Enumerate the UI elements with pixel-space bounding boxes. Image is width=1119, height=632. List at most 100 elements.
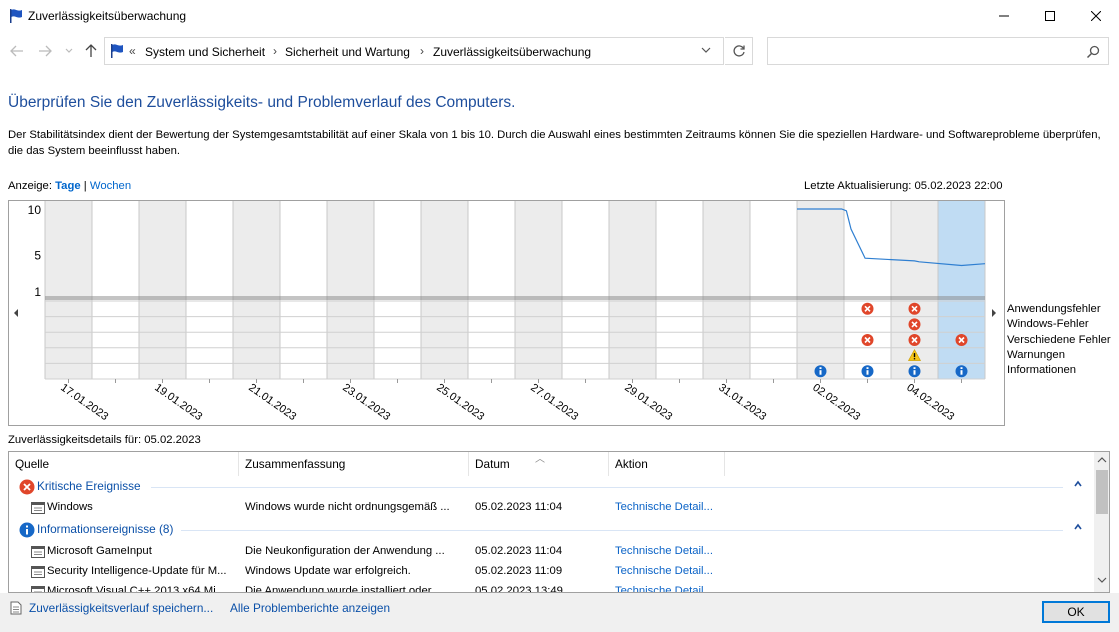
maximize-button[interactable] [1027,0,1073,32]
group-critical-events[interactable]: Kritische Ereignisse [9,477,1093,497]
info-icon-dot [913,367,916,369]
recent-locations-button[interactable] [60,42,78,60]
up-button[interactable] [82,42,100,60]
stability-chart-canvas[interactable]: 10 5 1 17.01.2023 19.01.2023 21.01.2023 23.01.… [9,201,1004,425]
table-row[interactable]: Microsoft Visual C++ 2013 x64 Mi... Die … [9,582,1093,593]
chart-column-5 [280,201,327,379]
cell-summary: Die Anwendung wurde installiert oder ... [245,585,445,593]
chart-column-3 [186,201,233,379]
group-divider [151,487,1063,488]
column-header-summary[interactable]: Zusammenfassung [239,452,469,476]
y-tick-label: 10 [28,203,42,217]
column-header-source[interactable]: Quelle [9,452,239,476]
close-button[interactable] [1073,0,1119,32]
x-tick-label: 21.01.2023 [246,382,298,423]
warning-icon-mark [913,353,916,358]
group-title: Kritische Ereignisse [37,479,141,493]
chart-column-2 [139,201,186,379]
row-label-app-errors: Anwendungsfehler [1007,303,1101,315]
technical-details-link[interactable]: Technische Detail... [615,545,725,557]
flag-icon [111,44,123,58]
table-row[interactable]: Security Intelligence-Update für M... Wi… [9,562,1093,582]
cell-date: 05.02.2023 11:04 [475,501,563,513]
close-icon [1091,11,1101,21]
view-days-link[interactable]: Tage [55,180,81,192]
group-information-events[interactable]: Informationsereignisse (8) [9,520,1093,540]
last-update: Letzte Aktualisierung: 05.02.2023 22:00 [804,180,1003,192]
chevron-right-icon: › [273,44,277,58]
forward-button[interactable] [36,42,54,60]
refresh-button[interactable] [725,37,753,65]
info-icon-bar [866,370,869,375]
vertical-scrollbar[interactable] [1094,452,1109,592]
chart-column-6 [327,201,374,379]
breadcrumb-system-security[interactable]: System und Sicherheit [145,45,265,59]
error-icon [19,479,35,495]
application-icon [31,566,45,578]
info-icon-dot [960,367,963,369]
application-icon [31,546,45,558]
row-label-windows-errors: Windows-Fehler [1007,318,1089,331]
event-row-labels: Anwendungsfehler Windows-Fehler Verschie… [1007,302,1111,378]
table-row[interactable]: Windows Windows wurde nicht ordnungsgemä… [9,498,1093,518]
scrollbar-thumb[interactable] [1096,470,1108,514]
technical-details-link[interactable]: Technische Detail... [615,501,725,513]
info-icon [19,522,35,538]
group-divider [181,530,1063,531]
collapse-icon[interactable] [1073,479,1083,489]
chart-column-1 [92,201,139,379]
window-title: Zuverlässigkeitsüberwachung [28,9,187,23]
chevron-right-icon: › [420,44,424,58]
breadcrumb-overflow[interactable]: « [129,44,136,58]
maximize-icon [1045,11,1055,21]
info-icon-dot [819,367,822,369]
cell-summary: Windows wurde nicht ordnungsgemäß ... [245,501,450,513]
x-tick-label: 27.01.2023 [528,382,580,423]
scroll-left-icon[interactable] [12,308,20,318]
search-input[interactable] [767,37,1109,65]
group-title: Informationsereignisse (8) [37,522,174,536]
back-button[interactable] [8,42,26,60]
all-problem-reports-link[interactable]: Alle Problemberichte anzeigen [230,601,390,615]
title-bar: Zuverlässigkeitsüberwachung [0,0,1119,32]
breadcrumb-security-maintenance[interactable]: Sicherheit und Wartung [285,45,410,59]
chart-column-9 [468,201,515,379]
row-label-information: Informationen [1007,364,1077,377]
view-label: Anzeige: [8,180,52,192]
view-selector: Anzeige: Tage | Wochen [8,180,131,192]
stability-chart[interactable]: 10 5 1 17.01.2023 19.01.2023 21.01.2023 23.01.… [8,200,1005,426]
save-history-link[interactable]: Zuverlässigkeitsverlauf speichern... [29,601,213,615]
chevron-down-icon[interactable] [701,46,711,54]
address-bar[interactable]: « System und Sicherheit › Sicherheit und… [104,37,724,65]
cell-date: 05.02.2023 11:04 [475,545,563,557]
document-icon [10,601,22,615]
scroll-right-icon[interactable] [990,308,998,318]
chart-column-8 [421,201,468,379]
collapse-icon[interactable] [1073,522,1083,532]
chart-column-7 [374,201,421,379]
minimize-button[interactable] [981,0,1027,32]
refresh-icon [732,45,745,57]
view-weeks-link[interactable]: Wochen [90,180,131,192]
view-separator: | [83,180,87,192]
search-icon [1086,45,1100,59]
table-row[interactable]: Microsoft GameInput Die Neukonfiguration… [9,542,1093,562]
chart-column-11 [562,201,609,379]
technical-details-link[interactable]: Technische Detail... [615,565,725,577]
arrow-right-icon [39,45,52,57]
breadcrumb-reliability-monitor[interactable]: Zuverlässigkeitsüberwachung [433,45,591,59]
x-tick-label: 19.01.2023 [152,382,204,423]
chevron-down-icon [65,48,73,53]
application-icon [31,586,45,592]
technical-details-link[interactable]: Technische Detail... [615,585,725,592]
cell-summary: Windows Update war erfolgreich. [245,565,411,577]
scroll-down-icon[interactable] [1097,576,1107,584]
scroll-up-icon[interactable] [1097,456,1107,464]
chart-column-14 [703,201,750,379]
x-tick-label: 31.01.2023 [716,382,768,423]
ok-button[interactable]: OK [1042,601,1110,623]
arrow-up-icon [85,44,97,57]
chart-column-12 [609,201,656,379]
chart-column-10 [515,201,562,379]
column-header-action[interactable]: Aktion [609,452,725,476]
